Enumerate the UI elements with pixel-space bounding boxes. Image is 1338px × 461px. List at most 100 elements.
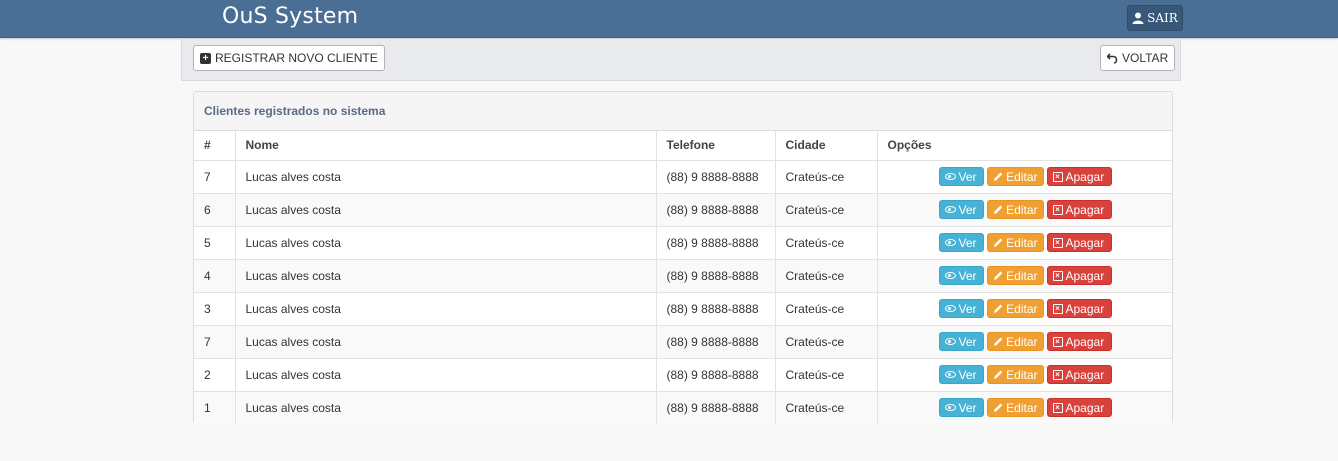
client-name: Lucas alves costa [235, 259, 657, 293]
x-square-icon: × [1052, 402, 1063, 413]
view-button[interactable]: Ver [938, 332, 984, 351]
row-options: Ver Editar × Apagar [877, 358, 1172, 392]
delete-button[interactable]: × Apagar [1046, 365, 1112, 384]
edit-button[interactable]: Editar [986, 365, 1044, 384]
delete-button[interactable]: × Apagar [1046, 332, 1112, 351]
client-name: Lucas alves costa [235, 292, 657, 326]
clients-panel: Clientes registrados no sistema # Nome T… [193, 91, 1173, 424]
row-options: Ver Editar × Apagar [877, 160, 1172, 194]
edit-button[interactable]: Editar [986, 266, 1044, 285]
view-label: Ver [958, 202, 977, 217]
client-id: 5 [194, 226, 236, 260]
back-label: VOLTAR [1122, 51, 1169, 65]
edit-button[interactable]: Editar [986, 233, 1044, 252]
view-label: Ver [958, 268, 977, 283]
view-label: Ver [958, 400, 977, 415]
row-options: Ver Editar × Apagar [877, 259, 1172, 293]
register-new-client-label: REGISTRAR NOVO CLIENTE [215, 51, 378, 65]
x-square-icon: × [1052, 369, 1063, 380]
edit-button[interactable]: Editar [986, 200, 1044, 219]
x-square-icon: × [1052, 336, 1063, 347]
client-id: 7 [194, 160, 236, 194]
edit-label: Editar [1006, 268, 1038, 283]
client-city: Crateús-ce [775, 160, 878, 194]
client-id: 2 [194, 358, 236, 392]
edit-label: Editar [1006, 202, 1038, 217]
clients-table: # Nome Telefone Cidade Opções 7 Lucas al… [194, 131, 1172, 424]
view-button[interactable]: Ver [938, 200, 984, 219]
client-city: Crateús-ce [775, 391, 878, 424]
client-name: Lucas alves costa [235, 391, 657, 424]
view-button[interactable]: Ver [938, 266, 984, 285]
pencil-icon [993, 370, 1002, 379]
eye-icon [944, 305, 956, 312]
pencil-icon [993, 403, 1002, 413]
back-button[interactable]: VOLTAR [1100, 45, 1176, 71]
user-icon [1132, 12, 1144, 24]
client-id: 3 [194, 292, 236, 326]
delete-button[interactable]: × Apagar [1046, 167, 1112, 186]
view-button[interactable]: Ver [938, 167, 984, 186]
table-row: 2 Lucas alves costa (88) 9 8888-8888 Cra… [194, 358, 1172, 392]
table-row: 5 Lucas alves costa (88) 9 8888-8888 Cra… [194, 226, 1172, 260]
col-header-number: # [194, 131, 236, 161]
client-phone: (88) 9 8888-8888 [656, 193, 776, 227]
delete-button[interactable]: × Apagar [1046, 233, 1112, 252]
edit-button[interactable]: Editar [986, 167, 1044, 186]
client-name: Lucas alves costa [235, 226, 657, 260]
x-square-icon: × [1052, 270, 1063, 281]
x-square-icon: × [1052, 171, 1063, 182]
x-square-icon: × [1052, 237, 1063, 248]
delete-button[interactable]: × Apagar [1046, 398, 1112, 418]
logout-label: SAIR [1147, 11, 1178, 25]
app-title[interactable]: OuS System [222, 4, 358, 29]
edit-button[interactable]: Editar [986, 299, 1044, 318]
pencil-icon [993, 271, 1002, 280]
toolbar: + REGISTRAR NOVO CLIENTE VOLTAR [181, 39, 1181, 81]
delete-label: Apagar [1065, 367, 1105, 382]
row-options: Ver Editar × Apagar [877, 226, 1172, 260]
col-header-phone: Telefone [656, 131, 776, 161]
client-name: Lucas alves costa [235, 160, 657, 194]
view-button[interactable]: Ver [938, 365, 984, 384]
x-square-icon: × [1052, 204, 1063, 215]
edit-button[interactable]: Editar [986, 398, 1044, 418]
table-row: 7 Lucas alves costa (88) 9 8888-8888 Cra… [194, 160, 1172, 194]
eye-icon [944, 206, 956, 213]
delete-label: Apagar [1065, 400, 1105, 415]
client-phone: (88) 9 8888-8888 [656, 259, 776, 293]
table-row: 4 Lucas alves costa (88) 9 8888-8888 Cra… [194, 259, 1172, 293]
client-name: Lucas alves costa [235, 358, 657, 392]
view-button[interactable]: Ver [938, 398, 984, 418]
eye-icon [944, 371, 956, 378]
edit-label: Editar [1006, 367, 1038, 382]
view-button[interactable]: Ver [938, 299, 984, 318]
table-row: 6 Lucas alves costa (88) 9 8888-8888 Cra… [194, 193, 1172, 227]
register-new-client-button[interactable]: + REGISTRAR NOVO CLIENTE [193, 45, 385, 71]
client-phone: (88) 9 8888-8888 [656, 358, 776, 392]
plus-square-icon: + [200, 52, 211, 64]
delete-button[interactable]: × Apagar [1046, 200, 1112, 219]
view-label: Ver [958, 367, 977, 382]
table-header-row: # Nome Telefone Cidade Opções [194, 131, 1172, 161]
navbar: OuS System SAIR [0, 0, 1338, 38]
eye-icon [944, 404, 956, 412]
edit-label: Editar [1006, 169, 1038, 184]
pencil-icon [993, 172, 1002, 181]
eye-icon [944, 338, 956, 345]
client-id: 6 [194, 193, 236, 227]
logout-button[interactable]: SAIR [1127, 5, 1183, 31]
panel-heading: Clientes registrados no sistema [194, 92, 1172, 131]
pencil-icon [993, 238, 1002, 247]
delete-button[interactable]: × Apagar [1046, 299, 1112, 318]
client-phone: (88) 9 8888-8888 [656, 292, 776, 326]
x-square-icon: × [1052, 303, 1063, 314]
edit-label: Editar [1006, 301, 1038, 316]
eye-icon [944, 239, 956, 246]
view-button[interactable]: Ver [938, 233, 984, 252]
view-label: Ver [958, 235, 977, 250]
client-city: Crateús-ce [775, 292, 878, 326]
edit-button[interactable]: Editar [986, 332, 1044, 351]
client-phone: (88) 9 8888-8888 [656, 226, 776, 260]
delete-button[interactable]: × Apagar [1046, 266, 1112, 285]
